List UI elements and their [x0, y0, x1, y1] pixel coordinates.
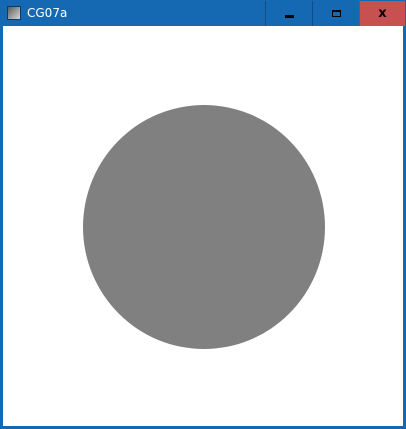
close-button[interactable]: x	[359, 1, 405, 26]
drawing-canvas	[3, 26, 403, 426]
maximize-icon	[331, 10, 341, 17]
gray-circle	[83, 105, 325, 349]
app-icon[interactable]	[7, 6, 21, 20]
maximize-button[interactable]	[312, 1, 359, 26]
minimize-icon	[284, 14, 294, 18]
minimize-button[interactable]	[265, 1, 312, 26]
title-bar[interactable]: CG07a x	[1, 1, 405, 26]
close-icon: x	[378, 6, 387, 21]
window-title: CG07a	[27, 6, 68, 20]
app-window: CG07a x	[0, 0, 406, 429]
